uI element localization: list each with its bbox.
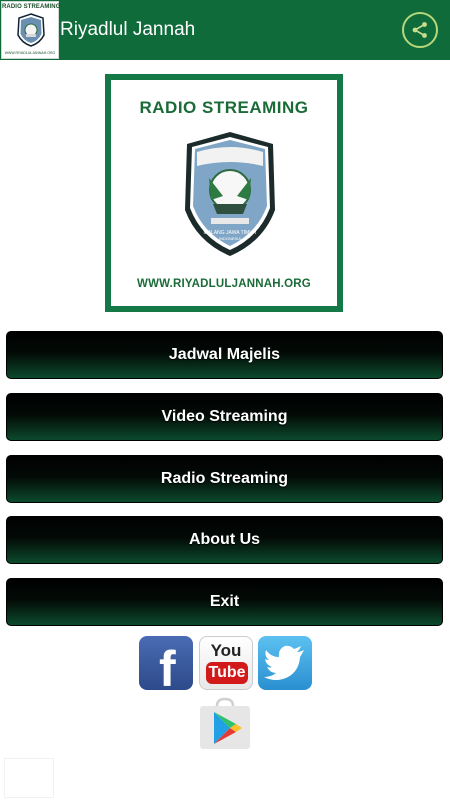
- app-logo-icon: RADIO STREAMING WWW.RIYADLULJANNAH.ORG: [1, 1, 61, 59]
- exit-button[interactable]: Exit: [6, 578, 443, 626]
- facebook-glyph: f: [159, 641, 176, 697]
- banner-title: RADIO STREAMING: [139, 98, 309, 117]
- youtube-icon[interactable]: You Tube: [199, 636, 253, 690]
- share-button[interactable]: [402, 12, 438, 48]
- youtube-you-text: You: [210, 641, 242, 660]
- banner-website-url: WWW.RIYADLULJANNAH.ORG: [137, 278, 311, 290]
- twitter-bird-icon: [264, 645, 304, 680]
- emblem-icon: [17, 13, 45, 47]
- twitter-icon[interactable]: [258, 636, 312, 690]
- jadwal-majelis-button[interactable]: Jadwal Majelis: [6, 331, 443, 379]
- play-store-bag-icon: [200, 697, 250, 749]
- google-play-icon[interactable]: [198, 696, 252, 750]
- radio-streaming-banner: RADIO STREAMING MALANG JAWA TIMUR INDONE…: [105, 74, 343, 312]
- svg-text:INDONESIA: INDONESIA: [219, 236, 241, 241]
- about-us-button[interactable]: About Us: [6, 516, 443, 564]
- radio-streaming-button[interactable]: Radio Streaming: [6, 455, 443, 503]
- corner-placeholder: [4, 758, 54, 798]
- youtube-tube-text: Tube: [206, 662, 248, 684]
- app-icon-label-bottom: WWW.RIYADLULJANNAH.ORG: [4, 51, 56, 55]
- app-title: Riyadlul Jannah: [60, 19, 196, 40]
- share-icon: [412, 22, 427, 38]
- app-icon-label-top: RADIO STREAMING: [2, 4, 61, 10]
- majelis-emblem-icon: MALANG JAWA TIMUR INDONESIA: [185, 132, 275, 256]
- video-streaming-button[interactable]: Video Streaming: [6, 393, 443, 441]
- app-bar: RADIO STREAMING WWW.RIYADLULJANNAH.ORG R…: [0, 0, 450, 60]
- facebook-icon[interactable]: f: [139, 636, 193, 697]
